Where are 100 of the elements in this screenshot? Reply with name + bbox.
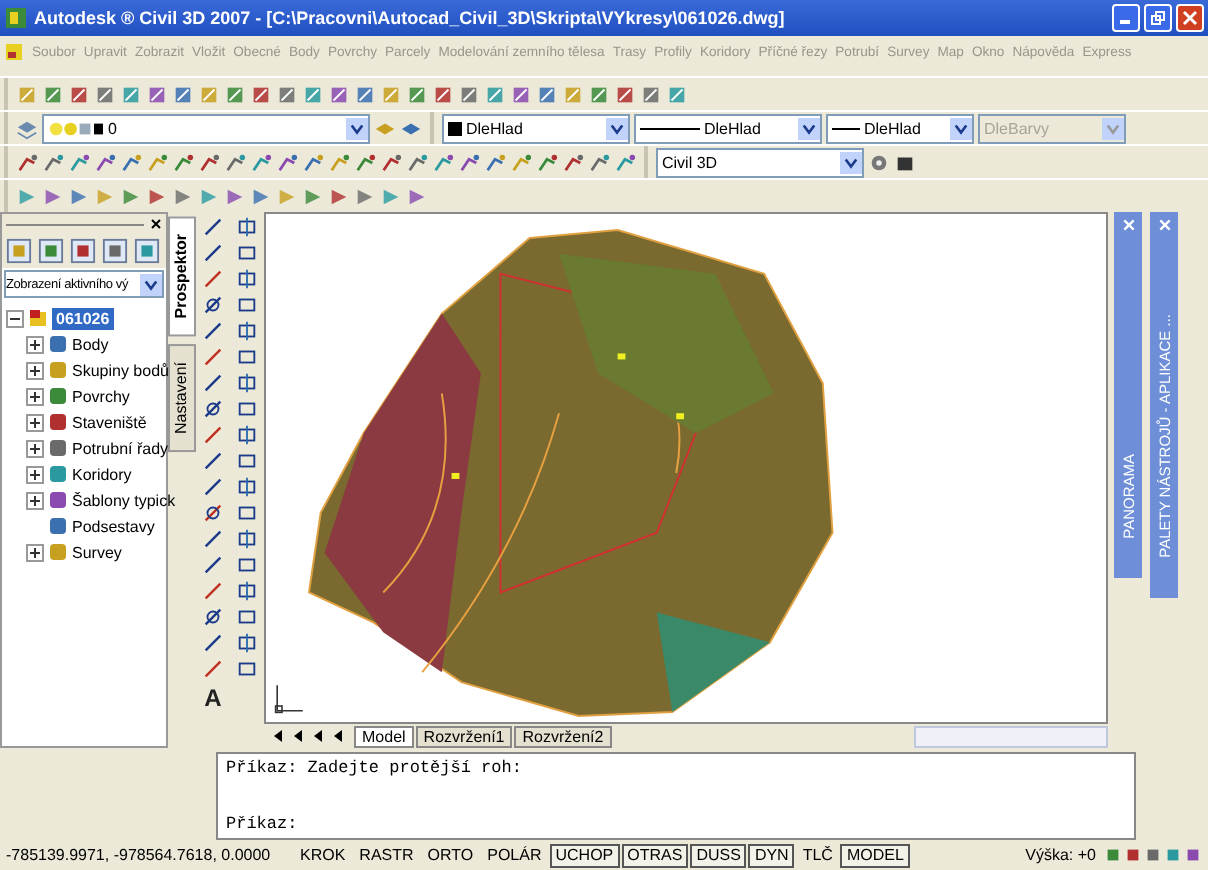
- draw-tool-icon[interactable]: [202, 528, 224, 550]
- tool-icon[interactable]: [250, 83, 272, 105]
- expand-icon[interactable]: [26, 543, 44, 561]
- draw-tool-icon[interactable]: [202, 658, 224, 680]
- close-button[interactable]: [1176, 4, 1204, 32]
- expand-icon[interactable]: [26, 439, 44, 457]
- expand-icon[interactable]: [26, 413, 44, 431]
- status-toggle[interactable]: KROK: [294, 843, 352, 867]
- status-toggle[interactable]: DUSS: [690, 843, 747, 867]
- tool-icon[interactable]: [588, 151, 610, 173]
- modify-tool-icon[interactable]: [236, 450, 258, 472]
- modify-tool-icon[interactable]: [236, 658, 258, 680]
- modify-tool-icon[interactable]: [236, 606, 258, 628]
- status-toggle[interactable]: MODEL: [840, 843, 910, 867]
- modify-tool-icon[interactable]: [236, 476, 258, 498]
- linetype-dropdown[interactable]: DleHlad: [634, 113, 822, 143]
- modify-tool-icon[interactable]: [236, 502, 258, 524]
- modify-tool-icon[interactable]: [236, 346, 258, 368]
- draw-tool-icon[interactable]: [202, 502, 224, 524]
- collapse-icon[interactable]: [6, 309, 24, 327]
- status-toggle[interactable]: POLÁR: [481, 843, 548, 867]
- restore-button[interactable]: [1144, 4, 1172, 32]
- draw-tool-icon[interactable]: [202, 320, 224, 342]
- tool-icon[interactable]: [614, 83, 636, 105]
- status-toggle[interactable]: UCHOP: [549, 843, 620, 867]
- modify-tool-icon[interactable]: [236, 294, 258, 316]
- tree-item[interactable]: Šablony typick: [72, 491, 176, 509]
- draw-tool-icon[interactable]: [202, 242, 224, 264]
- tree-item[interactable]: Potrubní řady: [72, 439, 169, 457]
- tree-item[interactable]: Povrchy: [72, 387, 130, 405]
- tool-icon[interactable]: [562, 151, 584, 173]
- modify-tool-icon[interactable]: [236, 372, 258, 394]
- draw-tool-icon[interactable]: [202, 632, 224, 654]
- tool-icon[interactable]: [458, 151, 480, 173]
- tool-icon[interactable]: [354, 151, 376, 173]
- tree-item[interactable]: Survey: [72, 543, 122, 561]
- expand-icon[interactable]: [26, 361, 44, 379]
- expand-icon[interactable]: [26, 465, 44, 483]
- panel-tool-icon[interactable]: [102, 238, 128, 264]
- modify-tool-icon[interactable]: [236, 242, 258, 264]
- tool-icon[interactable]: [536, 151, 558, 173]
- tool-icon[interactable]: [432, 151, 454, 173]
- tree-item[interactable]: Staveniště: [72, 413, 147, 431]
- tool-icon[interactable]: [250, 151, 272, 173]
- draw-tool-icon[interactable]: [202, 294, 224, 316]
- tree-item[interactable]: 061026: [52, 307, 114, 329]
- modify-tool-icon[interactable]: [236, 580, 258, 602]
- expand-icon[interactable]: [26, 335, 44, 353]
- modify-tool-icon[interactable]: [236, 216, 258, 238]
- lineweight-dropdown[interactable]: DleHlad: [826, 113, 974, 143]
- modify-tool-icon[interactable]: [236, 398, 258, 420]
- tool-icon[interactable]: [406, 151, 428, 173]
- layout-tab[interactable]: Rozvržení2: [514, 725, 612, 747]
- draw-tool-icon[interactable]: [202, 450, 224, 472]
- draw-tool-icon[interactable]: [202, 606, 224, 628]
- tool-icon[interactable]: [198, 151, 220, 173]
- tool-icon[interactable]: [94, 151, 116, 173]
- scrollbar[interactable]: [913, 725, 1108, 747]
- draw-tool-icon[interactable]: [202, 580, 224, 602]
- panel-tool-icon[interactable]: [38, 238, 64, 264]
- tree-item[interactable]: Podsestavy: [72, 517, 155, 535]
- draw-tool-icon[interactable]: [202, 216, 224, 238]
- status-toggle[interactable]: TLČ: [796, 843, 839, 867]
- draw-tool-icon[interactable]: [202, 424, 224, 446]
- tree-item[interactable]: Koridory: [72, 465, 132, 483]
- tool-icon[interactable]: [172, 151, 194, 173]
- draw-tool-icon[interactable]: [202, 372, 224, 394]
- status-toggle[interactable]: RASTR: [353, 843, 420, 867]
- minimize-button[interactable]: [1112, 4, 1140, 32]
- draw-tool-icon[interactable]: [202, 554, 224, 576]
- side-tab[interactable]: Prospektor: [168, 216, 196, 337]
- modify-tool-icon[interactable]: [236, 320, 258, 342]
- layout-tab[interactable]: Model: [354, 725, 414, 747]
- status-toggle[interactable]: ORTO: [421, 843, 480, 867]
- close-icon[interactable]: [150, 218, 162, 230]
- text-tool[interactable]: A: [204, 684, 222, 712]
- expand-icon[interactable]: [26, 387, 44, 405]
- layer-dropdown[interactable]: 0: [42, 113, 370, 143]
- modify-tool-icon[interactable]: [236, 554, 258, 576]
- tool-icon[interactable]: [16, 151, 38, 173]
- draw-tool-icon[interactable]: [202, 476, 224, 498]
- modify-tool-icon[interactable]: [236, 268, 258, 290]
- modify-tool-icon[interactable]: [236, 632, 258, 654]
- expand-icon[interactable]: [26, 491, 44, 509]
- tool-icon[interactable]: [68, 83, 90, 105]
- tree-item[interactable]: Body: [72, 335, 109, 353]
- tool-icon[interactable]: [224, 151, 246, 173]
- tree-item[interactable]: Skupiny bodů: [72, 361, 169, 379]
- color-dropdown[interactable]: DleHlad: [442, 113, 630, 143]
- modify-tool-icon[interactable]: [236, 528, 258, 550]
- draw-tool-icon[interactable]: [202, 346, 224, 368]
- panel-tool-icon[interactable]: [6, 238, 32, 264]
- workspace-dropdown[interactable]: Civil 3D: [656, 147, 864, 177]
- draw-tool-icon[interactable]: [202, 268, 224, 290]
- status-toggle[interactable]: OTRAS: [621, 843, 689, 867]
- status-toggle[interactable]: DYN: [748, 843, 795, 867]
- tool-icon[interactable]: [68, 151, 90, 173]
- panel-tool-icon[interactable]: [70, 238, 96, 264]
- tool-icon[interactable]: [276, 151, 298, 173]
- tool-icon[interactable]: [380, 151, 402, 173]
